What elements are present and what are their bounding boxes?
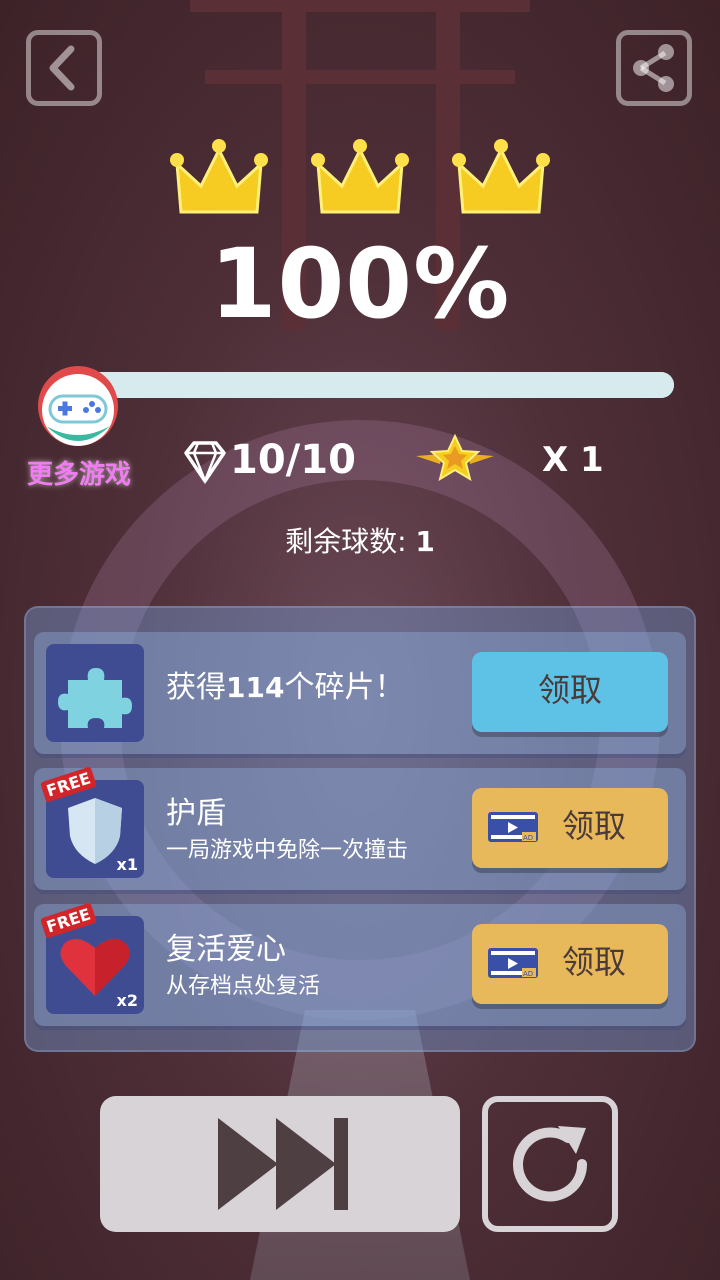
next-level-button[interactable] (100, 1096, 460, 1232)
reward-row-heart: FREE x2 复活爱心 从存档点处复活 AD 领取 (34, 902, 686, 1026)
reward-title: 复活爱心 (166, 932, 286, 967)
gem-count: 10/10 (230, 437, 356, 483)
crown-icon (311, 139, 409, 214)
svg-text:AD: AD (523, 834, 533, 842)
claim-fragments-button[interactable]: 领取 (472, 652, 668, 732)
reward-title: 获得114个碎片！ (166, 670, 405, 705)
reward-row-shield: FREE x1 护盾 一局游戏中免除一次撞击 AD 领取 (34, 766, 686, 890)
crown-rating (0, 130, 720, 234)
share-button[interactable] (616, 30, 692, 106)
fragment-count: 114 (226, 671, 285, 704)
heart-multiplier: x2 (116, 991, 138, 1010)
reward-subtitle: 一局游戏中免除一次撞击 (166, 838, 409, 863)
star-multiplier: X 1 (542, 440, 604, 480)
winged-star-icon (416, 433, 494, 482)
claim-label: 领取 (562, 807, 627, 845)
reward-icon-bg (46, 644, 144, 742)
torii-beam-lower (205, 70, 515, 84)
reward-icon-bg: FREE x1 (40, 766, 144, 878)
video-ad-icon: AD (488, 948, 538, 978)
remaining-value: 1 (415, 525, 435, 558)
remaining-balls: 剩余球数: 1 (0, 520, 720, 560)
puzzle-icon (58, 668, 132, 728)
progress-bar (86, 372, 674, 398)
reward-row-fragments: 获得114个碎片！ 领取 (34, 632, 686, 754)
gem-counter: 10/10 (180, 432, 356, 488)
star-counter (414, 432, 496, 488)
crown-icon (452, 139, 551, 214)
diamond-icon (184, 441, 226, 485)
reward-title: 护盾 (166, 796, 226, 831)
gamepad-icon (48, 394, 108, 424)
back-arrow-icon (49, 45, 75, 91)
progress-fill (86, 372, 674, 398)
svg-text:AD: AD (523, 970, 533, 978)
video-ad-icon: AD (488, 812, 538, 842)
claim-heart-button[interactable]: AD 领取 (472, 924, 668, 1004)
reward-icon-bg: FREE x2 (40, 902, 144, 1014)
torii-beam (190, 0, 530, 12)
more-games-label[interactable]: 更多游戏 (18, 454, 140, 491)
back-button[interactable] (26, 30, 102, 106)
reward-subtitle: 从存档点处复活 (166, 974, 321, 999)
restart-button[interactable] (482, 1096, 618, 1232)
remaining-label: 剩余球数: (285, 525, 407, 558)
reward-panel: 获得114个碎片！ 领取 FREE x1 护盾 一局游戏中免除一次撞击 AD 领… (24, 606, 696, 1052)
fast-forward-icon (218, 1118, 348, 1210)
share-icon (633, 44, 674, 92)
claim-shield-button[interactable]: AD 领取 (472, 788, 668, 868)
completion-percent: 100% (209, 228, 511, 340)
crown-icon (169, 139, 268, 214)
shield-multiplier: x1 (116, 855, 138, 874)
claim-label: 领取 (562, 943, 627, 981)
more-games-button[interactable] (36, 364, 120, 448)
restart-icon (513, 1126, 588, 1202)
